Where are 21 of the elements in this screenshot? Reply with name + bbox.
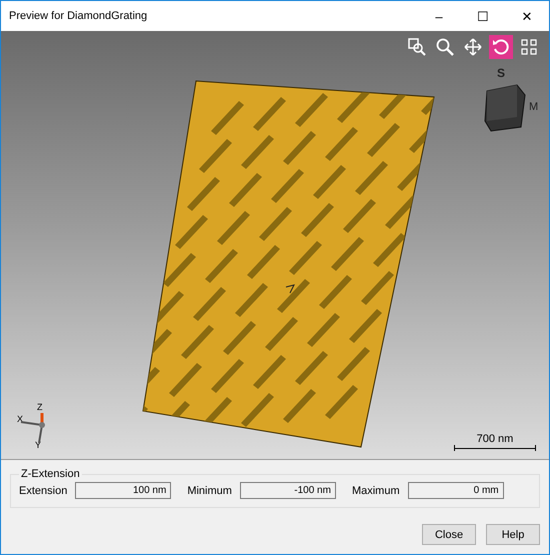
value-field[interactable]: 0 mm xyxy=(408,482,504,499)
search-icon xyxy=(436,38,454,56)
zoom-box-icon xyxy=(408,38,426,56)
field-label: Maximum xyxy=(352,484,400,496)
scale-label: 700 nm xyxy=(476,433,514,445)
value-field[interactable]: 100 nm xyxy=(75,482,172,499)
value-field[interactable]: -100 nm xyxy=(240,482,336,499)
rotate-icon xyxy=(492,38,510,56)
window-title: Preview for DiamondGrating xyxy=(9,10,148,22)
dialog-button[interactable]: Help xyxy=(486,524,540,545)
window-control-button[interactable]: – xyxy=(417,1,461,31)
group-title: Z-Extension xyxy=(20,468,81,480)
dialog-button[interactable]: Close xyxy=(422,524,476,545)
window-control-button[interactable]: ☐ xyxy=(461,1,505,31)
field-label: Minimum xyxy=(187,484,232,496)
fit-view-icon xyxy=(520,38,538,56)
rotate-tool-button[interactable] xyxy=(489,35,513,59)
move-icon xyxy=(464,38,482,56)
window-control-button[interactable]: ✕ xyxy=(505,1,549,31)
field-label: Extension xyxy=(19,484,68,496)
navigation-cube-drawing: S M xyxy=(469,65,539,135)
